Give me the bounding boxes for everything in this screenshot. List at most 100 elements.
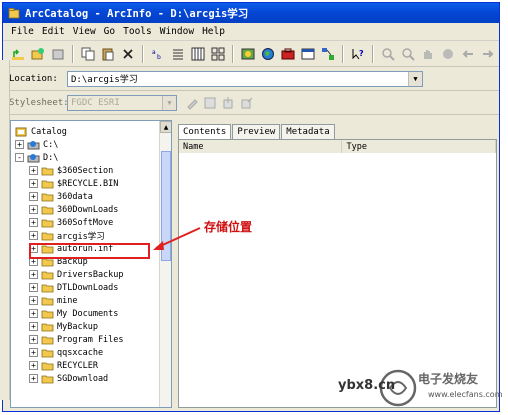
expand-icon[interactable]: +: [29, 270, 38, 279]
menu-go[interactable]: Go: [100, 26, 119, 37]
expand-icon[interactable]: +: [29, 361, 38, 370]
expand-icon[interactable]: +: [29, 218, 38, 227]
command-line-icon[interactable]: [299, 45, 317, 63]
tree-item[interactable]: +360data: [29, 190, 93, 203]
tree-item[interactable]: + $RECYCLE.BIN: [29, 177, 118, 190]
arccatalog-app-icon: [8, 8, 20, 19]
folder-icon: [41, 232, 54, 240]
tree-item[interactable]: +360DownLoads: [29, 203, 118, 216]
svg-text:?: ?: [359, 49, 364, 58]
tree-item[interactable]: + $360Section: [29, 164, 113, 177]
menu-help[interactable]: Help: [198, 26, 229, 37]
folder-icon: [41, 167, 54, 175]
tree-item[interactable]: + DTLDownLoads: [29, 281, 118, 294]
tree-item[interactable]: + Program Files: [29, 333, 124, 346]
menu-file[interactable]: File: [7, 26, 38, 37]
toolbar-separator: [372, 44, 374, 63]
thumbnails-icon[interactable]: [209, 45, 227, 63]
full-extent-icon[interactable]: [439, 45, 457, 63]
scroll-up-arrow-icon[interactable]: ▲: [160, 121, 171, 133]
zoom-in-icon[interactable]: [379, 45, 397, 63]
tree-item-label: qqsxcache: [57, 347, 104, 358]
tab-preview[interactable]: Preview: [232, 124, 281, 139]
zoom-out-icon[interactable]: [399, 45, 417, 63]
chevron-down-icon[interactable]: ▼: [162, 95, 176, 110]
import-metadata-icon[interactable]: [219, 94, 237, 112]
globe-icon[interactable]: [259, 45, 277, 63]
contents-list[interactable]: Name Type: [178, 139, 497, 408]
tree-item[interactable]: + qqsxcache: [29, 346, 103, 359]
toolbar-separator: [72, 44, 74, 63]
whats-this-icon[interactable]: ?: [349, 45, 367, 63]
tab-contents[interactable]: Contents: [178, 124, 232, 139]
tree-item[interactable]: + DriversBackup: [29, 268, 124, 281]
expand-icon[interactable]: +: [29, 231, 38, 240]
paste-icon[interactable]: [99, 45, 117, 63]
stylesheet-label: Stylesheet:: [9, 97, 69, 108]
expand-icon[interactable]: +: [29, 309, 38, 318]
column-header-name[interactable]: Name: [179, 140, 343, 153]
scroll-thumb[interactable]: [161, 151, 171, 261]
expand-icon[interactable]: +: [29, 192, 38, 201]
expand-icon[interactable]: +: [29, 322, 38, 331]
expand-icon[interactable]: +: [15, 140, 24, 149]
metadata-properties-icon[interactable]: [201, 94, 219, 112]
tab-metadata[interactable]: Metadata: [281, 124, 335, 139]
expand-icon[interactable]: +: [29, 205, 38, 214]
menu-window[interactable]: Window: [156, 26, 198, 37]
list-view-icon[interactable]: [169, 45, 187, 63]
delete-icon[interactable]: [119, 45, 137, 63]
forward-arrow-icon[interactable]: [479, 45, 497, 63]
tree-item[interactable]: + mine: [29, 294, 77, 307]
collapse-icon[interactable]: -: [15, 153, 24, 162]
export-metadata-icon[interactable]: [237, 94, 255, 112]
tree-item[interactable]: - D:\: [15, 151, 58, 164]
up-one-level-icon[interactable]: [9, 45, 27, 63]
menu-view[interactable]: View: [69, 26, 100, 37]
launch-arcmap-icon[interactable]: [239, 45, 257, 63]
folder-icon: [41, 219, 54, 227]
back-arrow-icon[interactable]: [459, 45, 477, 63]
expand-icon[interactable]: +: [29, 348, 38, 357]
location-input[interactable]: D:\arcgis学习 ▼: [67, 70, 423, 87]
folder-icon: [41, 336, 54, 344]
tree-item[interactable]: + arcgis学习: [29, 229, 105, 242]
expand-icon[interactable]: +: [29, 374, 38, 383]
tree-item-label: DTLDownLoads: [57, 282, 119, 293]
tree-item[interactable]: +360SoftMove: [29, 216, 113, 229]
folder-icon: [41, 297, 54, 305]
details-view-icon[interactable]: [189, 45, 207, 63]
menu-edit[interactable]: Edit: [38, 26, 69, 37]
stylesheet-select[interactable]: FGDC ESRI ▼: [67, 94, 177, 111]
pan-icon[interactable]: [419, 45, 437, 63]
column-header-type[interactable]: Type: [342, 140, 496, 153]
large-icons-icon[interactable]: ab: [149, 45, 167, 63]
chevron-down-icon[interactable]: ▼: [408, 71, 422, 86]
catalog-tree[interactable]: Catalog + C:\ - D:\ + $360Section + $RECYCLE.BI…: [10, 120, 172, 408]
tree-item[interactable]: + MyBackup: [29, 320, 98, 333]
edit-metadata-icon[interactable]: [183, 94, 201, 112]
tree-scrollbar[interactable]: ▲: [159, 121, 171, 407]
tree-item-label: My Documents: [57, 308, 119, 319]
expand-icon[interactable]: +: [29, 166, 38, 175]
disconnect-folder-icon[interactable]: [49, 45, 67, 63]
expand-icon[interactable]: +: [29, 335, 38, 344]
main-area: Catalog + C:\ - D:\ + $360Section + $RECYCLE.BI…: [10, 120, 497, 411]
tree-item[interactable]: + C:\: [15, 138, 58, 151]
expand-icon[interactable]: +: [29, 283, 38, 292]
arctoolbox-icon[interactable]: [279, 45, 297, 63]
expand-icon[interactable]: +: [29, 179, 38, 188]
tree-item-label: RECYCLER: [57, 360, 98, 371]
expand-icon[interactable]: +: [29, 296, 38, 305]
tree-item[interactable]: + My Documents: [29, 307, 118, 320]
tree-item[interactable]: + RECYCLER: [29, 359, 98, 372]
tree-item[interactable]: + SGDownload: [29, 372, 108, 385]
tree-item-label: MyBackup: [57, 321, 98, 332]
tree-item-label: 360DownLoads: [57, 204, 119, 215]
model-builder-icon[interactable]: [319, 45, 337, 63]
tree-root-catalog[interactable]: Catalog: [15, 125, 67, 138]
menu-tools[interactable]: Tools: [119, 26, 156, 37]
tree-item-label: 360SoftMove: [57, 217, 114, 228]
connect-folder-icon[interactable]: [29, 45, 47, 63]
copy-icon[interactable]: [79, 45, 97, 63]
